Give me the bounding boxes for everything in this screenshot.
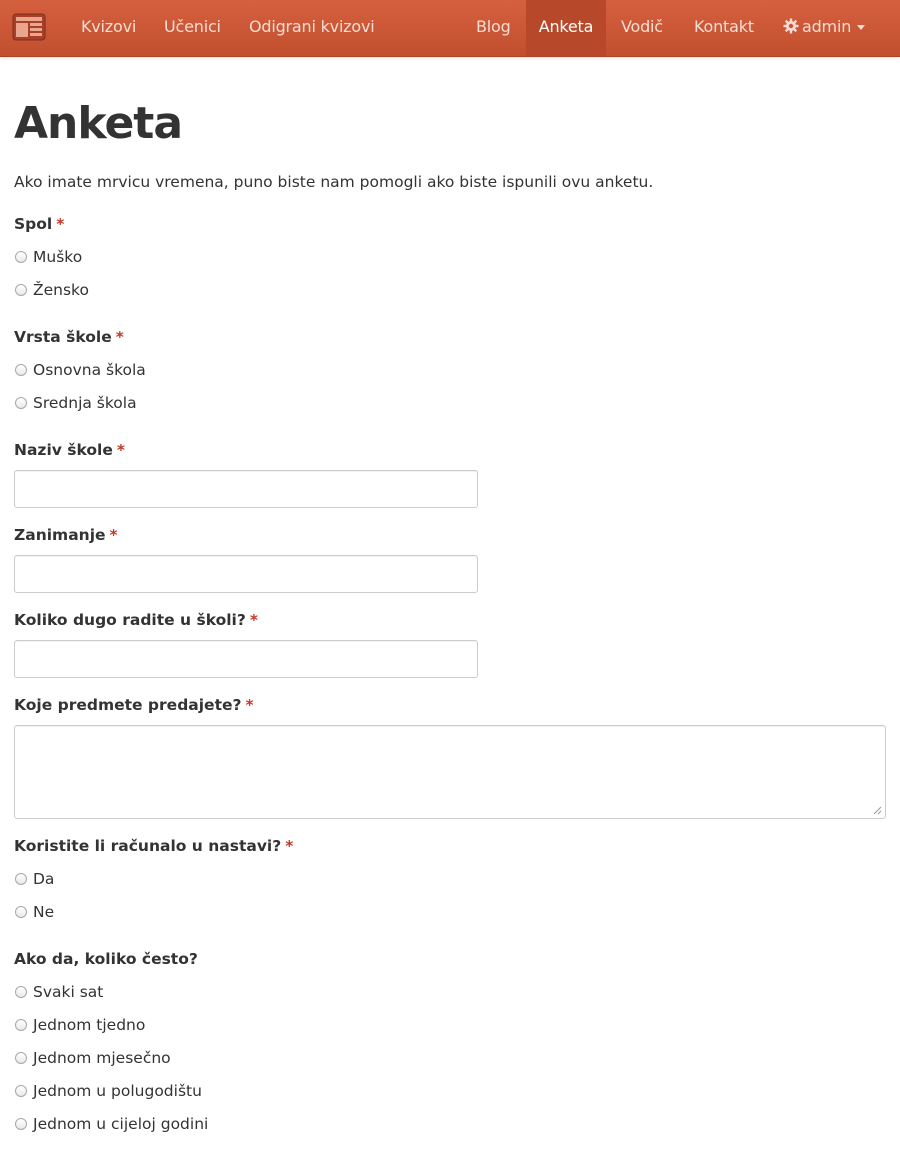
radio-option-tjedno[interactable]: Jednom tjedno [14, 1013, 145, 1037]
radio-button[interactable] [15, 251, 27, 263]
radio-option-musko[interactable]: Muško [14, 245, 82, 269]
radio-button[interactable] [15, 284, 27, 296]
radio-button[interactable] [15, 1118, 27, 1130]
chevron-down-icon [857, 25, 866, 30]
required-marker: * [249, 611, 258, 629]
quiz-logo-icon[interactable] [12, 12, 46, 42]
radio-option-osnovna[interactable]: Osnovna škola [14, 358, 146, 382]
radio-option-godina[interactable]: Jednom u cijeloj godini [14, 1112, 208, 1136]
radio-button[interactable] [15, 1085, 27, 1097]
required-marker: * [285, 837, 294, 855]
radio-option-da[interactable]: Da [14, 867, 54, 891]
page-title: Anketa [14, 98, 183, 149]
intro-text: Ako imate mrvicu vremena, puno biste nam… [14, 173, 654, 191]
radio-button[interactable] [15, 364, 27, 376]
nav-vodic[interactable]: Vodič [621, 0, 663, 56]
radio-option-ne[interactable]: Ne [14, 900, 54, 924]
nav-ucenici[interactable]: Učenici [164, 0, 221, 56]
label-zanimanje: Zanimanje * [14, 526, 118, 544]
nav-blog[interactable]: Blog [476, 0, 511, 56]
zanimanje-input[interactable] [14, 555, 478, 593]
label-spol: Spol * [14, 215, 65, 233]
radio-button[interactable] [15, 986, 27, 998]
nav-anketa[interactable]: Anketa [526, 0, 606, 56]
predmeti-textarea[interactable] [14, 725, 886, 819]
label-cestoca: Ako da, koliko često? [14, 950, 198, 968]
radio-button[interactable] [15, 906, 27, 918]
top-navbar: Kvizovi Učenici Odigrani kvizovi Blog An… [0, 0, 900, 57]
radio-option-srednja[interactable]: Srednja škola [14, 391, 137, 415]
required-marker: * [115, 328, 124, 346]
resize-handle-icon[interactable] [872, 805, 882, 815]
staz-input[interactable] [14, 640, 478, 678]
radio-button[interactable] [15, 1019, 27, 1031]
required-marker: * [245, 696, 254, 714]
label-predmeti: Koje predmete predajete? * [14, 696, 254, 714]
nav-kontakt[interactable]: Kontakt [694, 0, 754, 56]
label-naziv-skole: Naziv škole * [14, 441, 125, 459]
radio-button[interactable] [15, 397, 27, 409]
naziv-skole-input[interactable] [14, 470, 478, 508]
required-marker: * [109, 526, 118, 544]
user-menu-dropdown[interactable]: admin [783, 0, 866, 56]
label-racunalo: Koristite li računalo u nastavi? * [14, 837, 294, 855]
label-vrsta-skole: Vrsta škole * [14, 328, 124, 346]
label-staz: Koliko dugo radite u školi? * [14, 611, 258, 629]
required-marker: * [116, 441, 125, 459]
nav-odigrani-kvizovi[interactable]: Odigrani kvizovi [249, 0, 375, 56]
user-name: admin [802, 17, 852, 36]
radio-option-polugodiste[interactable]: Jednom u polugodištu [14, 1079, 202, 1103]
nav-kvizovi[interactable]: Kvizovi [81, 0, 136, 56]
predmeti-textarea-wrap [14, 725, 886, 819]
radio-option-svaki-sat[interactable]: Svaki sat [14, 980, 103, 1004]
gear-icon [783, 2, 799, 56]
radio-option-zensko[interactable]: Žensko [14, 278, 89, 302]
radio-option-mjesecno[interactable]: Jednom mjesečno [14, 1046, 171, 1070]
radio-button[interactable] [15, 1052, 27, 1064]
radio-button[interactable] [15, 873, 27, 885]
required-marker: * [56, 215, 65, 233]
